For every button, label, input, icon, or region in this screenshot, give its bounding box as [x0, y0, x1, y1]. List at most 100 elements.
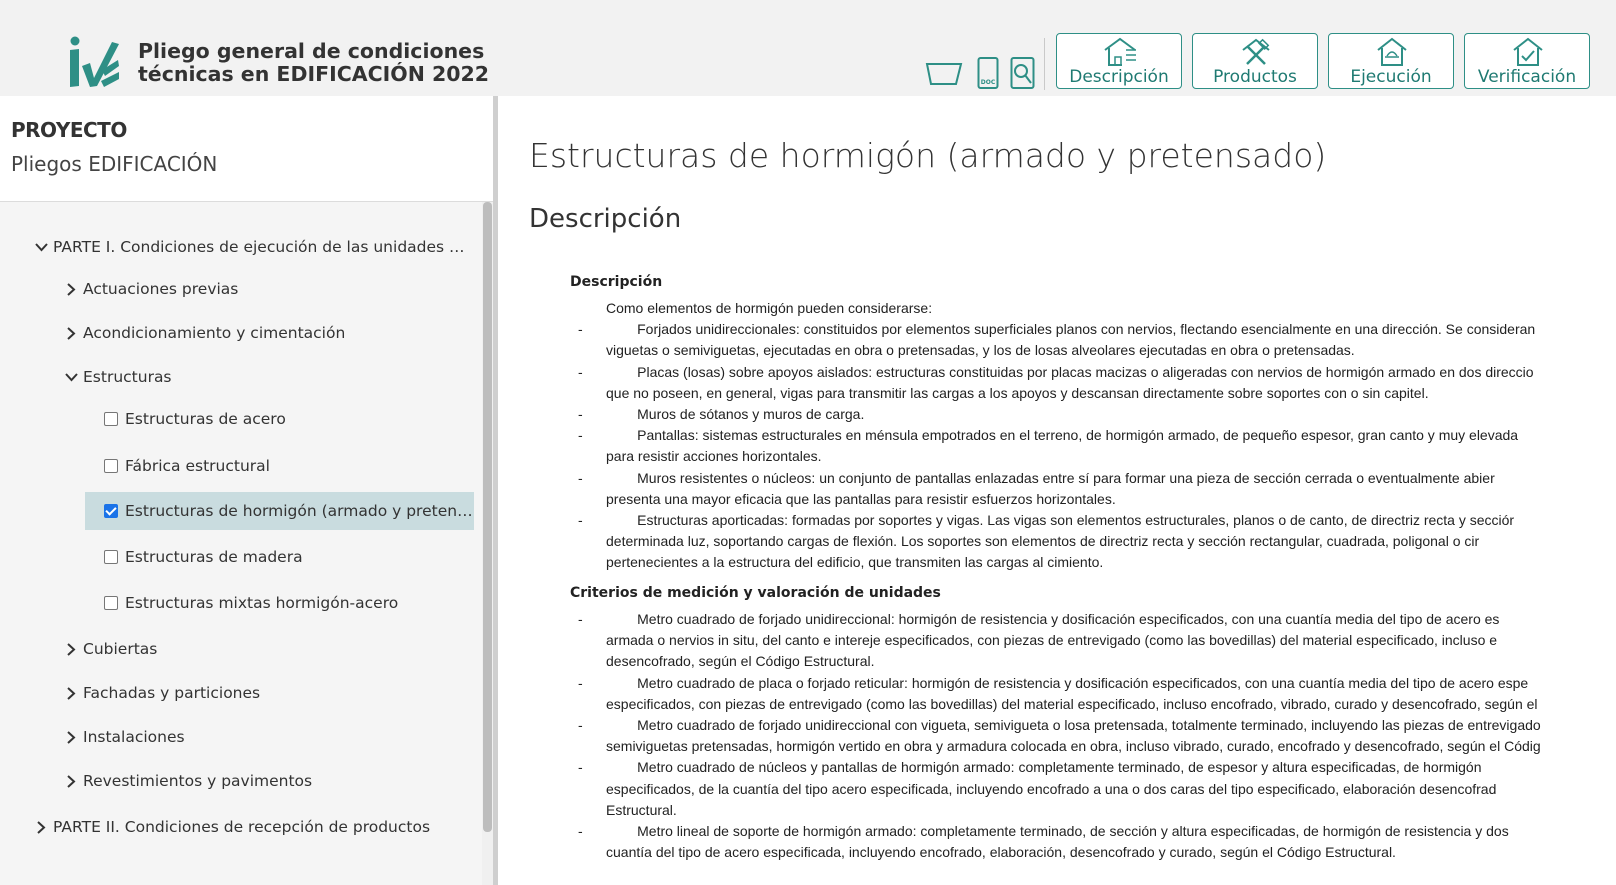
scrollbar-thumb[interactable]	[483, 202, 492, 832]
sidebar-scrollbar[interactable]	[482, 202, 493, 885]
checkbox[interactable]	[104, 412, 118, 426]
toolbar-separator	[1044, 38, 1045, 90]
list-bullet: -	[578, 611, 583, 627]
house-verification-icon	[1513, 37, 1543, 66]
project-label: PROYECTO	[11, 118, 127, 142]
project-panel: PROYECTO Pliegos EDIFICACIÓN	[0, 96, 493, 202]
paragraph-line: Pantallas: sistemas estructurales en mén…	[606, 427, 1519, 444]
chevron-down-icon	[65, 372, 78, 381]
list-bullet: -	[578, 674, 583, 691]
chevron-down-icon	[35, 242, 48, 251]
checkbox-checked[interactable]	[104, 504, 118, 518]
paragraph-line: Como elementos de hormigón pueden consid…	[606, 300, 933, 316]
chevron-right-icon	[67, 730, 76, 744]
chevron-right-icon	[37, 820, 46, 834]
list-bullet: -	[578, 321, 583, 338]
tree-item-estructuras-acero[interactable]: Estructuras de acero	[104, 400, 474, 438]
tree-item-label: Cubiertas	[83, 640, 158, 658]
paragraph-line: determinada luz, soportando cargas de fl…	[606, 533, 1480, 550]
productos-button[interactable]: Productos	[1192, 33, 1318, 89]
tree-item-estructuras-hormigon[interactable]: Estructuras de hormigón (armado y preten…	[85, 492, 474, 530]
paragraph-line: viguetas o semiviguetas, ejecutadas en o…	[606, 342, 1355, 359]
ejecucion-button[interactable]: Ejecución	[1328, 33, 1454, 89]
chevron-right-icon	[67, 326, 76, 340]
tree-item-revestimientos[interactable]: Revestimientos y pavimentos	[64, 762, 474, 800]
list-bullet: -	[578, 406, 583, 422]
tree-item-fachadas[interactable]: Fachadas y particiones	[64, 674, 474, 712]
tree-item-estructuras[interactable]: Estructuras	[64, 358, 474, 396]
tree-item-label: Revestimientos y pavimentos	[83, 772, 313, 790]
checkbox[interactable]	[104, 596, 118, 610]
chevron-right-icon	[67, 282, 76, 296]
tree-item-label: Instalaciones	[83, 728, 185, 746]
list-bullet: -	[578, 363, 583, 380]
paragraph-line: Metro cuadrado de forjado unidireccional…	[606, 611, 1500, 627]
tree-item-label: Estructuras	[83, 368, 172, 386]
tree-item-label: PARTE I. Condiciones de ejecución de las…	[53, 238, 474, 256]
search-document-icon[interactable]	[1010, 56, 1036, 90]
tree-item-fabrica-estructural[interactable]: Fábrica estructural	[104, 447, 474, 485]
paragraph-line: Metro lineal de soporte de hormigón arma…	[606, 823, 1509, 839]
tree-item-label: PARTE II. Condiciones de recepción de pr…	[53, 818, 431, 836]
list-bullet: -	[578, 469, 583, 486]
section-heading-criterios: Criterios de medición y valoración de un…	[570, 585, 941, 601]
tree-item-label: Actuaciones previas	[83, 280, 239, 298]
list-bullet: -	[578, 759, 583, 776]
tree-item-cubiertas[interactable]: Cubiertas	[64, 630, 474, 668]
house-execution-icon	[1377, 37, 1407, 66]
tree-item-label: Fábrica estructural	[125, 457, 270, 475]
list-bullet: -	[578, 427, 583, 444]
checkbox[interactable]	[104, 550, 118, 564]
tree-item-label: Estructuras de madera	[125, 548, 303, 566]
paragraph-line: cuantía del tipo de acero especificada, …	[606, 844, 1396, 861]
paragraph-line: pertenecientes a la estructura del edifi…	[606, 554, 1104, 571]
page-title: Estructuras de hormigón (armado y preten…	[529, 136, 1327, 175]
paragraph-line: Estructuras aporticadas: formadas por so…	[606, 512, 1515, 528]
main-content: Estructuras de hormigón (armado y preten…	[498, 96, 1616, 885]
paragraph-line: Forjados unidireccionales: constituidos …	[606, 321, 1536, 338]
descripcion-button-label: Descripción	[1069, 67, 1169, 87]
list-bullet: -	[578, 717, 583, 733]
folder-icon[interactable]	[924, 56, 964, 90]
tree-item-acondicionamiento[interactable]: Acondicionamiento y cimentación	[64, 314, 474, 352]
chapter-tree: PARTE I. Condiciones de ejecución de las…	[0, 202, 482, 885]
tree-item-label: Estructuras de acero	[125, 410, 286, 428]
list-bullet: -	[578, 823, 583, 839]
brand-title: Pliego general de condiciones técnicas e…	[138, 40, 489, 86]
page-subtitle: Descripción	[529, 204, 682, 234]
paragraph-line: Estructural.	[606, 801, 677, 818]
paragraph-line: presenta una mayor eficacia que las pant…	[606, 490, 1116, 507]
descripcion-button[interactable]: Descripción	[1056, 33, 1182, 89]
tree-item-parte-2[interactable]: PARTE II. Condiciones de recepción de pr…	[34, 808, 474, 846]
house-description-icon	[1104, 37, 1136, 66]
list-bullet: -	[578, 512, 583, 528]
paragraph-line: Muros resistentes o núcleos: un conjunto…	[606, 469, 1495, 486]
paragraph-line: especificados, de la cuantía del tipo ac…	[606, 780, 1497, 797]
paragraph-line: Metro cuadrado de forjado unidireccional…	[606, 717, 1541, 733]
paragraph-line: para resistir acciones horizontales.	[606, 448, 822, 465]
ive-logo-icon	[70, 36, 119, 87]
tree-item-actuaciones-previas[interactable]: Actuaciones previas	[64, 270, 474, 308]
paragraph-line: Muros de sótanos y muros de carga.	[606, 406, 865, 422]
checkbox[interactable]	[104, 459, 118, 473]
project-name: Pliegos EDIFICACIÓN	[11, 152, 218, 176]
doc-file-icon[interactable]: DOC	[977, 56, 999, 90]
verificacion-button[interactable]: Verificación	[1464, 33, 1590, 89]
tools-products-icon	[1242, 38, 1270, 65]
tree-item-label: Estructuras de hormigón (armado y preten…	[125, 502, 474, 520]
tree-item-instalaciones[interactable]: Instalaciones	[64, 718, 474, 756]
paragraph-line: armada o nervios in situ, del canto e in…	[606, 632, 1498, 649]
chevron-right-icon	[67, 686, 76, 700]
paragraph-line: desencofrado, según el Código Estructura…	[606, 653, 875, 670]
tree-item-label: Acondicionamiento y cimentación	[83, 324, 346, 342]
tree-item-label: Fachadas y particiones	[83, 684, 261, 702]
sidebar: PROYECTO Pliegos EDIFICACIÓN PARTE I. Co…	[0, 96, 493, 885]
tree-item-parte-1[interactable]: PARTE I. Condiciones de ejecución de las…	[34, 228, 474, 266]
tree-item-estructuras-madera[interactable]: Estructuras de madera	[104, 538, 474, 576]
tree-item-estructuras-mixtas[interactable]: Estructuras mixtas hormigón-acero	[104, 584, 474, 622]
brand-line-1: Pliego general de condiciones	[138, 39, 485, 63]
paragraph-line: Metro cuadrado de placa o forjado reticu…	[606, 674, 1529, 691]
brand-line-2: técnicas en EDIFICACIÓN 2022	[138, 62, 490, 86]
paragraph-line: especificados, con piezas de entrevigado…	[606, 695, 1538, 712]
section-heading-descripcion: Descripción	[570, 274, 663, 290]
